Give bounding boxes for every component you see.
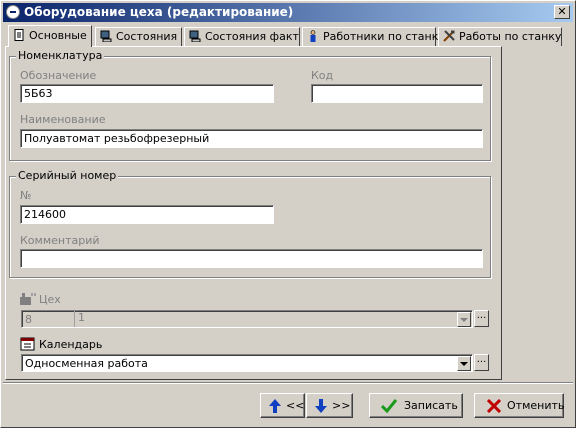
document-icon — [14, 29, 24, 41]
calendar-browse-button[interactable]: ... — [474, 354, 489, 371]
separator — [3, 382, 573, 384]
next-label: >> — [332, 399, 351, 412]
app-icon — [6, 5, 20, 19]
title-bar[interactable]: Оборудование цеха (редактирование) ✕ — [3, 3, 573, 22]
close-button[interactable]: ✕ — [554, 5, 570, 19]
name-label: Наименование — [20, 113, 106, 126]
tab-works[interactable]: Работы по станку — [438, 27, 562, 46]
serial-group: Серийный номер № 214600 Комментарий — [9, 169, 491, 278]
next-record-button[interactable]: >> — [306, 393, 353, 418]
designation-label: Обозначение — [20, 69, 97, 82]
workshop-select[interactable]: 8 1 — [21, 310, 473, 328]
factory-icon — [20, 293, 36, 305]
code-field[interactable] — [311, 84, 483, 103]
calendar-select[interactable]: Односменная работа — [21, 354, 473, 372]
calendar-label: Календарь — [39, 338, 103, 351]
calendar-icon — [20, 337, 35, 351]
computer-icon — [189, 30, 201, 42]
workshop-code: 8 — [25, 313, 32, 326]
cancel-label: Отменить — [507, 399, 565, 412]
computer-icon — [100, 30, 112, 42]
tab-states-fact[interactable]: Состояния факт — [184, 27, 300, 46]
previous-label: << — [286, 399, 305, 412]
designation-field[interactable]: 5Б63 — [20, 84, 274, 103]
cross-icon — [487, 399, 501, 413]
workshop-dropdown-button[interactable] — [457, 312, 471, 327]
tab-main[interactable]: Основные — [8, 25, 92, 47]
comment-label: Комментарий — [20, 234, 100, 247]
workshop-name: 1 — [74, 311, 85, 327]
window-title: Оборудование цеха (редактирование) — [24, 5, 294, 19]
person-icon — [310, 30, 316, 42]
tab-label: Состояния факт — [205, 30, 299, 43]
workshop-browse-button[interactable]: ... — [474, 310, 489, 327]
number-label: № — [20, 189, 32, 202]
save-button[interactable]: Записать — [369, 393, 463, 418]
nomenclature-group-title: Номенклатура — [16, 49, 105, 62]
tab-label: Состояния — [116, 30, 178, 43]
nomenclature-group: Номенклатура Обозначение 5Б63 Код Наимен… — [9, 49, 491, 161]
arrow-up-icon — [269, 399, 281, 413]
dialog-window: Оборудование цеха (редактирование) ✕ Осн… — [0, 0, 576, 428]
save-label: Записать — [404, 399, 458, 412]
tab-label: Работники по станку — [323, 30, 445, 43]
tab-workers[interactable]: Работники по станку — [302, 27, 445, 46]
arrow-down-icon — [315, 399, 327, 413]
workshop-label: Цех — [39, 293, 61, 306]
tab-strip: Основные Состояния Состояния факт Работн… — [5, 25, 573, 47]
tools-icon — [443, 30, 455, 42]
serial-group-title: Серийный номер — [16, 169, 119, 182]
calendar-dropdown-button[interactable] — [457, 356, 471, 371]
tab-label: Работы по станку — [459, 30, 562, 43]
tab-label: Основные — [29, 29, 87, 42]
checkmark-icon — [381, 399, 397, 414]
serial-number-field[interactable]: 214600 — [20, 205, 274, 224]
code-label: Код — [311, 69, 334, 82]
comment-field[interactable] — [20, 249, 483, 268]
name-field[interactable]: Полуавтомат резьбофрезерный — [20, 129, 483, 148]
tab-states[interactable]: Состояния — [95, 27, 182, 46]
cancel-button[interactable]: Отменить — [474, 393, 564, 418]
main-tab-panel: Номенклатура Обозначение 5Б63 Код Наимен… — [5, 46, 502, 380]
previous-record-button[interactable]: << — [260, 393, 305, 418]
